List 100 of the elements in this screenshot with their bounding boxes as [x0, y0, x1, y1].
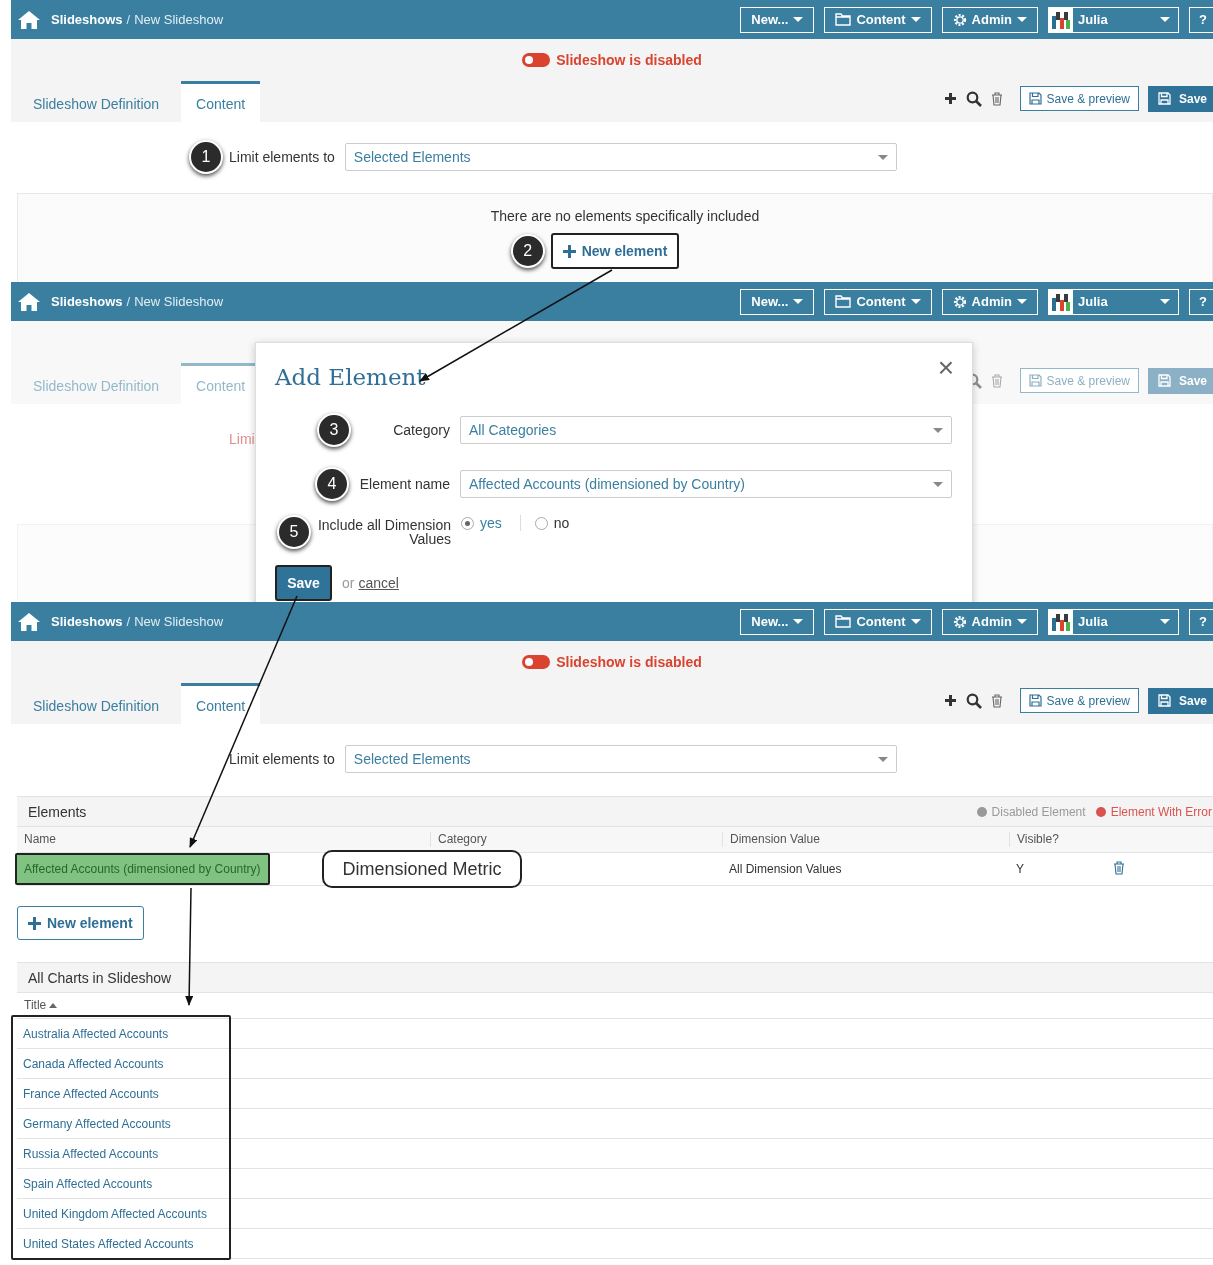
- help-button[interactable]: ?: [1189, 608, 1213, 635]
- chart-link[interactable]: Germany Affected Accounts: [23, 1116, 171, 1131]
- user-menu-button[interactable]: Julia: [1048, 288, 1179, 315]
- trash-icon[interactable]: [990, 693, 1003, 708]
- step-number: 3: [317, 413, 351, 447]
- chart-link[interactable]: Canada Affected Accounts: [23, 1056, 164, 1071]
- toggle-switch[interactable]: [522, 655, 551, 669]
- breadcrumb-link[interactable]: Slideshows: [51, 294, 123, 309]
- table-cell-text: Y: [1015, 862, 1025, 876]
- save-button[interactable]: Save: [1147, 85, 1213, 112]
- step-number: 2: [510, 234, 545, 268]
- home-icon[interactable]: [17, 611, 41, 632]
- new-menu-button[interactable]: New...: [740, 608, 815, 635]
- radio-label[interactable]: no: [553, 515, 570, 531]
- table-cell: Affected Accounts (dimensioned by Country): [15, 853, 270, 885]
- dialog-title: Add Element: [275, 364, 426, 390]
- breadcrumb-link[interactable]: Slideshows: [51, 12, 123, 27]
- save-preview-button[interactable]: Save & preview: [1019, 688, 1139, 713]
- floppy-icon: [1028, 694, 1042, 707]
- user-menu-button[interactable]: Julia: [1048, 608, 1179, 635]
- folder-icon: [835, 295, 852, 308]
- logo-icon: [1049, 7, 1073, 32]
- home-icon[interactable]: [17, 9, 41, 30]
- field-label: Limi: [229, 431, 255, 447]
- status-text: Slideshow is disabled: [556, 52, 702, 68]
- or-text: or: [342, 575, 355, 591]
- save-preview-button[interactable]: Save & preview: [1019, 86, 1139, 111]
- chart-link[interactable]: Russia Affected Accounts: [23, 1146, 159, 1161]
- radio-label[interactable]: yes: [480, 515, 502, 531]
- chart-link[interactable]: United States Affected Accounts: [23, 1236, 194, 1251]
- chart-link[interactable]: Australia Affected Accounts: [23, 1026, 169, 1041]
- empty-message: There are no elements specifically included: [490, 208, 760, 224]
- search-icon[interactable]: [965, 692, 982, 709]
- floppy-icon: [1028, 374, 1042, 387]
- column-header: Category: [430, 832, 722, 847]
- new-element-button[interactable]: New element: [17, 906, 144, 940]
- content-menu-button[interactable]: Content: [824, 6, 932, 33]
- step-number: 4: [315, 467, 349, 501]
- save-preview-button[interactable]: Save & preview: [1019, 368, 1139, 393]
- gear-icon: [952, 294, 967, 309]
- caret-icon: [793, 299, 804, 304]
- limit-select[interactable]: Selected Elements: [344, 143, 897, 171]
- dropdown-field[interactable]: Affected Accounts (dimensioned by Country): [460, 470, 952, 498]
- new-menu-button[interactable]: New...: [740, 288, 815, 315]
- field-label: Category: [393, 422, 450, 438]
- new-menu-button[interactable]: New...: [740, 6, 815, 33]
- caret-icon: [1017, 619, 1027, 624]
- breadcrumb-link[interactable]: Slideshows: [51, 614, 123, 629]
- table-cell-text: All Dimension Values: [728, 862, 843, 876]
- help-button[interactable]: ?: [1189, 6, 1213, 33]
- chart-link[interactable]: France Affected Accounts: [23, 1086, 159, 1101]
- gear-icon: [952, 12, 967, 27]
- limit-select[interactable]: Selected Elements: [344, 745, 897, 773]
- help-button[interactable]: ?: [1189, 288, 1213, 315]
- add-icon[interactable]: [943, 694, 957, 707]
- search-icon[interactable]: [965, 90, 982, 107]
- floppy-icon: [1157, 694, 1171, 707]
- tab[interactable]: Slideshow Definition: [11, 686, 182, 724]
- trash-icon[interactable]: [990, 91, 1003, 106]
- content-menu-button[interactable]: Content: [824, 288, 932, 315]
- tab[interactable]: Content: [181, 683, 261, 724]
- admin-menu-button[interactable]: Admin: [941, 6, 1038, 33]
- tab[interactable]: Content: [181, 81, 261, 122]
- field-label: Include all Dimension Values: [316, 518, 451, 546]
- caret-icon: [1160, 619, 1170, 624]
- home-icon[interactable]: [17, 291, 41, 312]
- radio-button[interactable]: [534, 516, 548, 530]
- add-icon[interactable]: [943, 92, 957, 105]
- caret-icon: [1160, 299, 1170, 304]
- field-label: Element name: [359, 476, 450, 492]
- cancel-link[interactable]: cancel: [358, 575, 399, 591]
- dropdown-field[interactable]: All Categories: [460, 416, 952, 444]
- content-menu-button[interactable]: Content: [824, 608, 932, 635]
- breadcrumb-current: New Slideshow: [134, 294, 224, 309]
- admin-menu-button[interactable]: Admin: [941, 608, 1038, 635]
- step-number: 1: [189, 140, 223, 174]
- status-text: Slideshow is disabled: [556, 654, 702, 670]
- close-button[interactable]: ×: [937, 352, 954, 384]
- caret-icon: [933, 481, 943, 487]
- user-menu-button[interactable]: Julia: [1048, 6, 1179, 33]
- chart-link[interactable]: United Kingdom Affected Accounts: [23, 1206, 207, 1221]
- caret-icon: [910, 17, 921, 22]
- toggle-switch[interactable]: [522, 53, 551, 67]
- sort-up-icon: [49, 1003, 58, 1008]
- column-header: Visible?: [1009, 832, 1106, 847]
- breadcrumb-current: New Slideshow: [134, 614, 224, 629]
- panel-title: All Charts in Slideshow: [28, 969, 172, 986]
- caret-icon: [1017, 17, 1027, 22]
- breadcrumb-separator: /: [126, 294, 131, 309]
- legend-label: Element With Error: [1110, 804, 1212, 819]
- trash-icon[interactable]: [1113, 860, 1125, 875]
- save-button[interactable]: Save: [1147, 687, 1213, 714]
- radio-button[interactable]: [461, 516, 474, 530]
- admin-menu-button[interactable]: Admin: [941, 288, 1038, 315]
- new-element-button[interactable]: New element: [550, 233, 680, 269]
- column-header[interactable]: Title: [17, 998, 47, 1013]
- tab[interactable]: Slideshow Definition: [11, 84, 182, 122]
- chart-link[interactable]: Spain Affected Accounts: [23, 1176, 153, 1191]
- save-button[interactable]: Save: [275, 565, 332, 601]
- breadcrumb-current: New Slideshow: [134, 12, 224, 27]
